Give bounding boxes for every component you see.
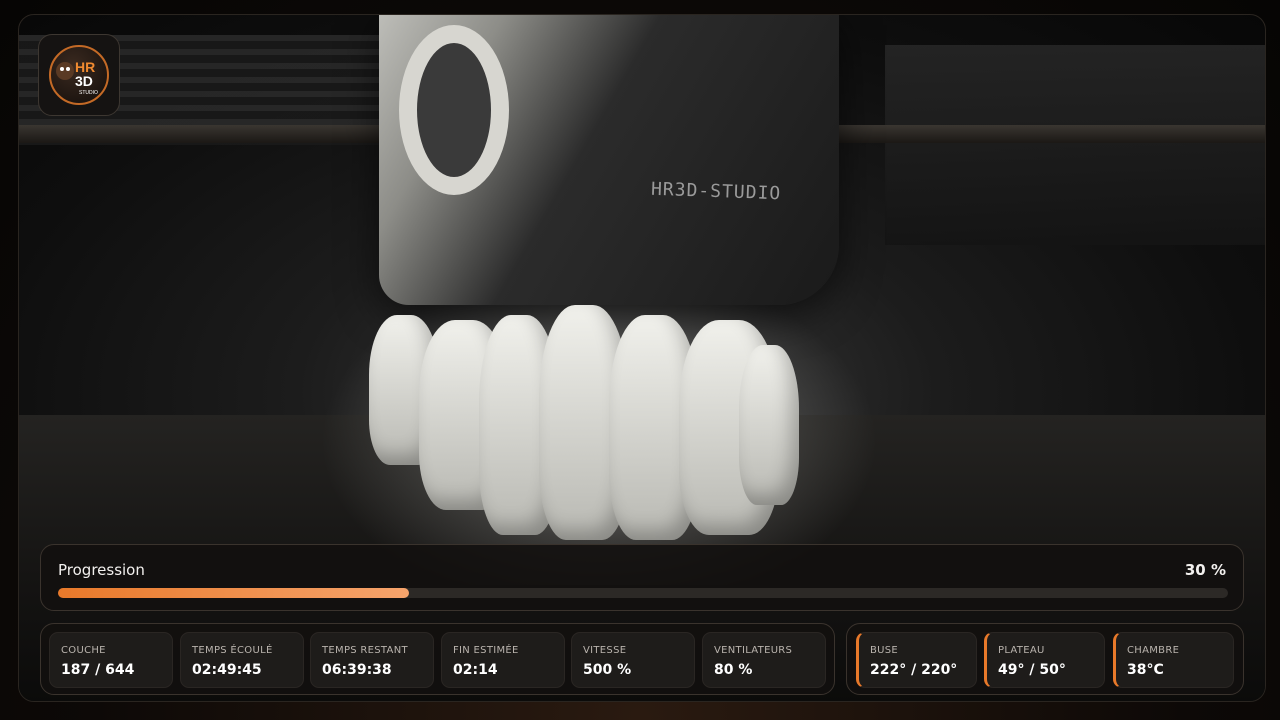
temp-label: BUSE bbox=[870, 645, 899, 656]
stat-value: 06:39:38 bbox=[322, 662, 392, 678]
logo: HR 3D STUDIO bbox=[38, 34, 120, 116]
logo-text-3d: 3D bbox=[75, 73, 93, 89]
stat-card-fans: VENTILATEURS 80 % bbox=[702, 632, 826, 688]
logo-text-studio: STUDIO bbox=[79, 90, 98, 96]
progress-label: Progression bbox=[58, 561, 145, 579]
stat-card-eta: FIN ESTIMÉE 02:14 bbox=[441, 632, 565, 688]
stat-label: FIN ESTIMÉE bbox=[453, 645, 519, 656]
stat-card-elapsed: TEMPS ÉCOULÉ 02:49:45 bbox=[180, 632, 304, 688]
printed-part bbox=[739, 345, 799, 505]
temp-value: 38°C bbox=[1127, 662, 1164, 678]
printer-frame-right bbox=[885, 45, 1265, 245]
stat-value: 187 / 644 bbox=[61, 662, 135, 678]
temp-card-bed: PLATEAU 49° / 50° bbox=[984, 632, 1105, 688]
progress-percent: 30 % bbox=[1184, 561, 1226, 579]
temp-card-chamber: CHAMBRE 38°C bbox=[1113, 632, 1234, 688]
logo-mark: HR 3D STUDIO bbox=[49, 45, 109, 105]
progress-track bbox=[58, 588, 1228, 598]
stat-card-layer: COUCHE 187 / 644 bbox=[49, 632, 173, 688]
stat-label: TEMPS ÉCOULÉ bbox=[192, 645, 273, 656]
stat-label: VITESSE bbox=[583, 645, 627, 656]
printhead-fan bbox=[399, 25, 509, 195]
stat-card-speed: VITESSE 500 % bbox=[571, 632, 695, 688]
temp-card-nozzle: BUSE 222° / 220° bbox=[856, 632, 977, 688]
overlay-frame: HR3D-STUDIO HR 3D STUDIO Progression 30 … bbox=[0, 0, 1280, 720]
logo-mascot-icon: HR 3D STUDIO bbox=[56, 59, 98, 96]
printhead-label: HR3D-STUDIO bbox=[650, 178, 782, 205]
stat-label: COUCHE bbox=[61, 645, 106, 656]
temp-value: 222° / 220° bbox=[870, 662, 958, 678]
stat-label: TEMPS RESTANT bbox=[322, 645, 408, 656]
stat-label: VENTILATEURS bbox=[714, 645, 793, 656]
temperature-panel: BUSE 222° / 220° PLATEAU 49° / 50° CHAMB… bbox=[846, 623, 1244, 695]
job-stats-panel: COUCHE 187 / 644 TEMPS ÉCOULÉ 02:49:45 T… bbox=[40, 623, 835, 695]
temp-value: 49° / 50° bbox=[998, 662, 1066, 678]
stat-card-remaining: TEMPS RESTANT 06:39:38 bbox=[310, 632, 434, 688]
stat-value: 02:49:45 bbox=[192, 662, 262, 678]
stat-value: 500 % bbox=[583, 662, 632, 678]
stat-value: 02:14 bbox=[453, 662, 498, 678]
temp-label: PLATEAU bbox=[998, 645, 1045, 656]
progress-panel: Progression 30 % bbox=[40, 544, 1244, 611]
temp-label: CHAMBRE bbox=[1127, 645, 1180, 656]
stat-value: 80 % bbox=[714, 662, 753, 678]
progress-fill bbox=[58, 588, 409, 598]
